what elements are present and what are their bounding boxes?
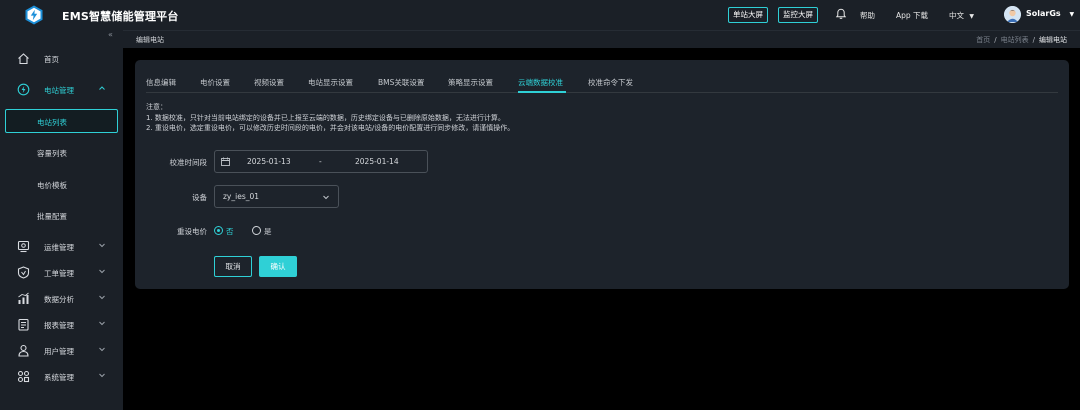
confirm-button[interactable]: 确认	[259, 256, 297, 277]
tab-bms-settings[interactable]: BMS关联设置	[378, 77, 424, 88]
reset-price-no-radio[interactable]	[214, 226, 223, 235]
sidebar-subitem-price-template[interactable]: 电价模板	[0, 173, 123, 197]
chevron-down-icon	[99, 347, 105, 352]
device-value: zy_ies_01	[223, 192, 260, 201]
tab-calibration-command[interactable]: 校准命令下发	[588, 77, 633, 88]
reset-price-label: 重设电价	[177, 227, 207, 236]
sidebar: « 首页 电站管理 电站列表 容量列表 电价模板 批量配置 运维管理 工单管理 …	[0, 30, 123, 410]
range-separator: -	[319, 157, 322, 166]
tab-info-edit[interactable]: 信息编辑	[146, 77, 176, 88]
breadcrumb-current: 编辑电站	[1039, 36, 1067, 44]
chevron-down-icon	[99, 295, 105, 300]
user-name: SolarGs	[1026, 9, 1061, 18]
notice-title: 注意：	[146, 103, 167, 111]
station-icon	[17, 83, 30, 96]
sidebar-item-report[interactable]: 报表管理	[0, 314, 123, 336]
sidebar-item-analytics[interactable]: 数据分析	[0, 288, 123, 310]
language-label: 中文	[949, 11, 964, 20]
calendar-icon	[221, 157, 230, 166]
chevron-up-icon	[99, 86, 105, 90]
notice-line-1: 1. 数据校准，只针对当前电站绑定的设备并已上报至云端的数据，历史绑定设备与已删…	[146, 113, 505, 122]
chevron-down-icon	[99, 269, 105, 274]
reset-price-yes-radio[interactable]	[252, 226, 261, 235]
chevron-down-icon	[99, 373, 105, 378]
sidebar-item-home[interactable]: 首页	[0, 48, 123, 70]
sidebar-item-maintenance[interactable]: 运维管理	[0, 236, 123, 258]
notice-line-2: 2. 重设电价，选定重设电价，可以修改历史时间段的电价，并会对该电站/设备的电价…	[146, 124, 515, 132]
sidebar-item-user[interactable]: 用户管理	[0, 340, 123, 362]
chevron-down-icon	[99, 321, 105, 326]
avatar[interactable]	[1004, 6, 1021, 23]
monitor-screen-button[interactable]: 监控大屏	[778, 7, 818, 23]
active-tab-indicator	[518, 91, 566, 93]
app-logo-icon	[25, 5, 43, 25]
home-icon	[18, 53, 29, 65]
report-icon	[18, 318, 29, 331]
caret-down-icon: ▼	[969, 13, 975, 20]
sidebar-item-system[interactable]: 系统管理	[0, 366, 123, 388]
tab-video-settings[interactable]: 视频设置	[254, 77, 284, 88]
sidebar-item-label: 数据分析	[44, 295, 74, 304]
cancel-button[interactable]: 取消	[214, 256, 252, 277]
sidebar-subitem-label: 批量配置	[37, 212, 67, 221]
system-icon	[17, 370, 30, 383]
sidebar-item-label: 报表管理	[44, 321, 74, 330]
tab-display-settings[interactable]: 电站显示设置	[308, 77, 353, 88]
tab-cloud-calibration[interactable]: 云端数据校准	[518, 77, 563, 88]
page-title: 编辑电站	[136, 36, 164, 44]
device-select[interactable]: zy_ies_01	[214, 185, 339, 208]
bell-icon[interactable]	[835, 8, 847, 20]
start-date[interactable]: 2025-01-13	[247, 157, 291, 166]
notice-text: 注意： 1. 数据校准，只针对当前电站绑定的设备并已上报至云端的数据，历史绑定设…	[146, 102, 514, 134]
chevron-down-icon	[323, 195, 329, 200]
sidebar-item-station[interactable]: 电站管理	[0, 79, 123, 101]
tab-price-settings[interactable]: 电价设置	[200, 77, 230, 88]
sidebar-subitem-label: 电价模板	[37, 181, 67, 190]
breadcrumb: 首页 / 电站列表 / 编辑电站	[976, 36, 1067, 44]
caret-down-icon: ▼	[1069, 11, 1075, 18]
sidebar-item-label: 工单管理	[44, 269, 74, 278]
top-bar: EMS智慧储能管理平台 单站大屏 监控大屏 帮助 App 下载 中文 ▼ Sol…	[0, 0, 1080, 30]
breadcrumb-home[interactable]: 首页	[976, 36, 990, 44]
sidebar-subitem-batch-config[interactable]: 批量配置	[0, 204, 123, 228]
help-link[interactable]: 帮助	[860, 10, 875, 21]
sidebar-subitem-label: 电站列表	[37, 118, 67, 127]
sidebar-item-label: 首页	[44, 55, 59, 64]
single-screen-button[interactable]: 单站大屏	[728, 7, 768, 23]
maintenance-icon	[17, 240, 30, 253]
user-menu[interactable]: SolarGs ▼	[1026, 9, 1074, 18]
sidebar-item-label: 用户管理	[44, 347, 74, 356]
user-icon	[18, 344, 29, 357]
reset-price-yes-label[interactable]: 是	[264, 226, 272, 237]
collapse-sidebar-icon[interactable]: «	[108, 30, 113, 39]
sidebar-subitem-label: 容量列表	[37, 149, 67, 158]
edit-station-card: 信息编辑 电价设置 视频设置 电站显示设置 BMS关联设置 策略显示设置 云端数…	[135, 60, 1069, 289]
sidebar-subitem-capacity-list[interactable]: 容量列表	[0, 141, 123, 165]
reset-price-no-label[interactable]: 否	[226, 226, 234, 237]
tab-strategy-display[interactable]: 策略显示设置	[448, 77, 493, 88]
header-bar: 编辑电站 首页 / 电站列表 / 编辑电站	[123, 30, 1080, 48]
end-date[interactable]: 2025-01-14	[355, 157, 399, 166]
workorder-icon	[17, 266, 30, 279]
sidebar-subitem-station-list[interactable]: 电站列表	[5, 109, 118, 133]
sidebar-item-label: 系统管理	[44, 373, 74, 382]
range-label: 校准时间段	[169, 158, 208, 167]
chevron-down-icon	[99, 243, 105, 248]
sidebar-item-label: 电站管理	[44, 86, 74, 95]
app-download-link[interactable]: App 下载	[896, 10, 928, 21]
analytics-icon	[18, 292, 29, 304]
sidebar-item-label: 运维管理	[44, 243, 74, 252]
sidebar-item-workorder[interactable]: 工单管理	[0, 262, 123, 284]
date-range-picker[interactable]: 2025-01-13 - 2025-01-14	[214, 150, 428, 173]
device-label: 设备	[192, 193, 207, 202]
tab-bar: 信息编辑 电价设置 视频设置 电站显示设置 BMS关联设置 策略显示设置 云端数…	[146, 72, 1058, 93]
breadcrumb-station-list[interactable]: 电站列表	[1001, 36, 1029, 44]
app-title: EMS智慧储能管理平台	[62, 10, 179, 23]
user-avatar-icon	[1004, 6, 1021, 23]
language-select[interactable]: 中文 ▼	[949, 10, 974, 21]
